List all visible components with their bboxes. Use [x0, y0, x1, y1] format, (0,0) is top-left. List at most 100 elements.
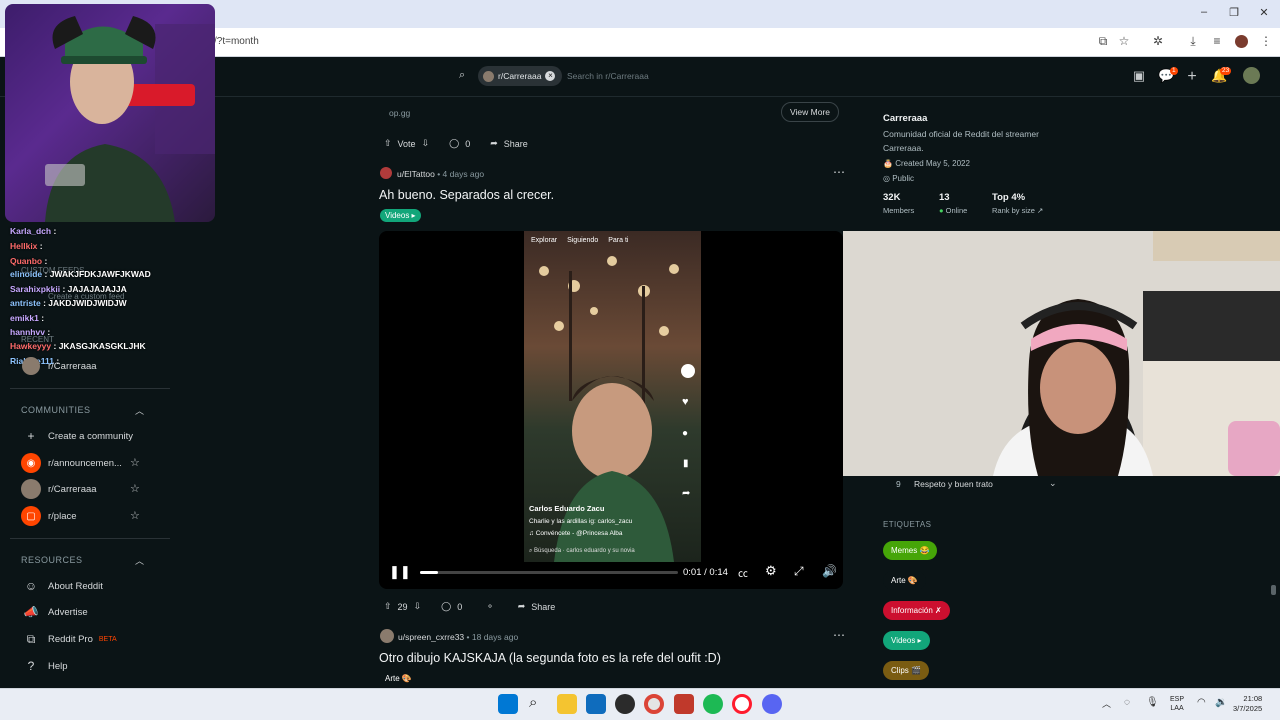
- communities-heading[interactable]: COMMUNITIES: [21, 405, 91, 415]
- profile-avatar[interactable]: [1235, 35, 1248, 48]
- vote-label: Vote: [397, 138, 416, 149]
- search-icon[interactable]: ⌕: [459, 69, 471, 81]
- award-icon[interactable]: ⚬: [486, 601, 494, 612]
- share-icon[interactable]: ➦: [490, 138, 498, 149]
- comment-icon[interactable]: ◯: [441, 601, 451, 612]
- community-search-chip[interactable]: r/Carreraaa ×: [478, 66, 562, 86]
- captions-icon[interactable]: ㏄: [738, 565, 748, 580]
- sidebar-item-label: r/Carreraaa: [48, 483, 97, 495]
- sidebar-item-place[interactable]: ▢ r/place: [21, 506, 77, 526]
- downvote-icon[interactable]: ⇩: [422, 138, 430, 149]
- tag-clips[interactable]: Clips 🎬: [883, 661, 929, 680]
- clock[interactable]: 21:08 3/7/2025: [1233, 694, 1262, 714]
- app-icon[interactable]: [674, 694, 694, 714]
- sidebar-item-label: About Reddit: [48, 580, 103, 592]
- sidebar-item-about-reddit[interactable]: ☺ About Reddit: [21, 576, 103, 596]
- author-avatar[interactable]: [380, 629, 394, 643]
- extensions-icon[interactable]: ✲: [1149, 34, 1167, 50]
- bookmark-star-icon[interactable]: ☆: [1115, 34, 1133, 50]
- create-post-icon[interactable]: +: [1184, 68, 1200, 85]
- sidebar-item-label: Advertise: [48, 606, 88, 618]
- post-flair[interactable]: Arte 🎨: [380, 672, 417, 685]
- resources-heading[interactable]: RESOURCES: [21, 555, 83, 565]
- close-window-icon[interactable]: ✕: [1254, 6, 1274, 19]
- microphone-icon[interactable]: 🎙: [1146, 697, 1159, 708]
- author-avatar[interactable]: [380, 167, 392, 179]
- more-options-icon[interactable]: ⋯: [833, 165, 845, 179]
- url-text[interactable]: /?t=month: [214, 36, 259, 47]
- scrollbar-thumb[interactable]: [1271, 585, 1276, 595]
- clear-chip-icon[interactable]: ×: [545, 71, 556, 81]
- sidebar-item-advertise[interactable]: 📣 Advertise: [21, 602, 88, 622]
- tag-informacion[interactable]: Información ✗: [883, 601, 950, 620]
- megaphone-icon: 📣: [23, 605, 39, 619]
- sidebar-item-reddit-pro[interactable]: ⧉ Reddit Pro BETA: [21, 629, 117, 649]
- search-input[interactable]: Search in r/Carreraaa: [567, 71, 649, 81]
- tray-app-icon[interactable]: ◌: [1124, 697, 1130, 708]
- file-explorer-icon[interactable]: [557, 694, 577, 714]
- sidebar-recent-carreraaa[interactable]: r/Carreraaa: [21, 356, 97, 376]
- browser-menu-icon[interactable]: ⋮: [1257, 34, 1275, 50]
- video-progress-track[interactable]: [420, 571, 678, 574]
- start-button[interactable]: [498, 694, 518, 714]
- post-flair[interactable]: Videos ▸: [380, 209, 421, 222]
- post-title[interactable]: Ah bueno. Separados al crecer.: [379, 188, 554, 202]
- upvote-icon[interactable]: ⇧: [384, 601, 392, 612]
- user-avatar[interactable]: [1243, 67, 1260, 84]
- chevron-up-icon[interactable]: ︿: [135, 554, 144, 567]
- outlook-icon[interactable]: [586, 694, 606, 714]
- view-more-button[interactable]: View More: [781, 102, 839, 122]
- author-link[interactable]: u/spreen_cxrre33: [398, 632, 464, 642]
- reddit-outline-icon: ☺: [24, 579, 38, 593]
- sidebar-item-carreraaa[interactable]: r/Carreraaa: [21, 479, 97, 499]
- more-options-icon[interactable]: ⋯: [833, 628, 845, 642]
- discord-icon[interactable]: [762, 694, 782, 714]
- tray-chevron-icon[interactable]: ︿: [1102, 697, 1111, 710]
- share-button[interactable]: Share: [504, 139, 528, 149]
- comment-icon[interactable]: ◯: [449, 138, 459, 149]
- downloads-icon[interactable]: ⤓: [1184, 34, 1202, 50]
- spotify-icon[interactable]: [703, 694, 723, 714]
- upvote-icon[interactable]: ⇧: [384, 138, 392, 149]
- pause-icon[interactable]: ❚❚: [389, 564, 411, 580]
- second-webcam: [843, 231, 1280, 476]
- tiktok-username: Carlos Eduardo Zacu: [529, 504, 605, 513]
- sidebar-item-announcements[interactable]: ◉ r/announcemen...: [21, 453, 122, 473]
- chevron-down-icon[interactable]: ⌄: [1049, 478, 1057, 489]
- fullscreen-icon[interactable]: ⤢: [794, 564, 804, 579]
- rank-label[interactable]: Rank by size ↗: [992, 206, 1043, 215]
- restore-icon[interactable]: ❐: [1224, 6, 1244, 19]
- author-link[interactable]: u/ElTattoo: [397, 169, 435, 179]
- chrome-icon[interactable]: [644, 694, 664, 714]
- tag-memes[interactable]: Memes 😂: [883, 541, 938, 560]
- search-taskbar-icon[interactable]: ⌕: [529, 694, 537, 711]
- members-label: Members: [883, 206, 915, 215]
- beta-badge: BETA: [98, 635, 117, 643]
- volume-icon[interactable]: 🔊: [822, 564, 837, 578]
- tag-arte[interactable]: Arte 🎨: [883, 571, 926, 590]
- language-indicator[interactable]: ESP LAA: [1170, 695, 1184, 713]
- favorite-star-icon[interactable]: ☆: [130, 482, 140, 495]
- chevron-up-icon[interactable]: ︿: [135, 404, 144, 417]
- advertise-icon[interactable]: ▣: [1131, 68, 1147, 84]
- opera-icon[interactable]: [732, 694, 752, 714]
- favorite-star-icon[interactable]: ☆: [130, 456, 140, 469]
- share-icon[interactable]: ➦: [518, 601, 526, 612]
- reading-list-icon[interactable]: ≡: [1208, 34, 1226, 50]
- minimize-icon[interactable]: –: [1194, 6, 1214, 18]
- sidebar-item-help[interactable]: ? Help: [21, 656, 68, 676]
- community-description: Comunidad oficial de Reddit del streamer…: [883, 129, 1039, 153]
- create-community-button[interactable]: + Create a community: [21, 426, 133, 446]
- volume-tray-icon[interactable]: 🔉: [1215, 697, 1227, 708]
- settings-gear-icon[interactable]: ⚙: [765, 563, 777, 579]
- tag-videos[interactable]: Videos ▸: [883, 631, 930, 650]
- share-button[interactable]: Share: [531, 602, 555, 612]
- install-app-icon[interactable]: ⧉: [1094, 34, 1112, 50]
- post-title[interactable]: Otro dibujo KAJSKAJA (la segunda foto es…: [379, 651, 721, 665]
- obs-icon[interactable]: [615, 694, 635, 714]
- wifi-icon[interactable]: ◠: [1197, 697, 1206, 708]
- tiktok-avatar: [681, 364, 695, 378]
- favorite-star-icon[interactable]: ☆: [130, 509, 140, 522]
- downvote-icon[interactable]: ⇩: [414, 601, 422, 612]
- rule-item[interactable]: Respeto y buen trato: [914, 479, 993, 489]
